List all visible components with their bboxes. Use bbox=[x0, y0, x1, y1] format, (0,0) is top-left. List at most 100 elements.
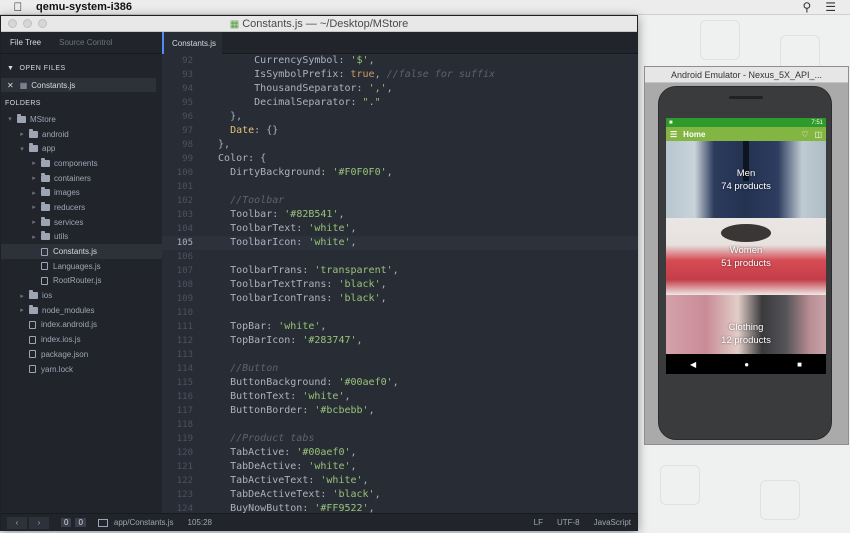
code-line[interactable]: 92 CurrencySymbol: '$', bbox=[162, 54, 638, 68]
tree-folder[interactable]: ▸ utils bbox=[1, 230, 162, 245]
code-line[interactable]: 104 ToolbarText: 'white', bbox=[162, 222, 638, 236]
heart-icon[interactable]: ♡ bbox=[801, 130, 808, 139]
tree-folder[interactable]: ▸ components bbox=[1, 156, 162, 171]
code-line[interactable]: 97 Date: {} bbox=[162, 124, 638, 138]
code-editor[interactable]: 92 CurrencySymbol: '$', 93 IsSymbolPrefix… bbox=[162, 54, 638, 513]
tree-file[interactable]: package.json bbox=[1, 347, 162, 362]
tab-file-tree[interactable]: File Tree bbox=[1, 32, 50, 53]
line-ending-selector[interactable]: LF bbox=[534, 518, 543, 527]
category-name: Women bbox=[729, 244, 763, 256]
code-line[interactable]: 96 }, bbox=[162, 110, 638, 124]
code-line[interactable]: 114 //Button bbox=[162, 362, 638, 376]
tree-folder[interactable]: ▸ images bbox=[1, 185, 162, 200]
tree-file[interactable]: index.android.js bbox=[1, 318, 162, 333]
tree-folder[interactable]: ▾ MStore bbox=[1, 112, 162, 127]
code-line[interactable]: 113 bbox=[162, 348, 638, 362]
code-line[interactable]: 102 //Toolbar bbox=[162, 194, 638, 208]
code-line[interactable]: 98 }, bbox=[162, 138, 638, 152]
notification-center-icon[interactable]: ☰ bbox=[825, 0, 836, 14]
back-icon[interactable]: ◀ bbox=[690, 360, 696, 369]
code-text: TopBarIcon: '#283747', bbox=[206, 334, 362, 348]
cursor-position[interactable]: 105:28 bbox=[188, 518, 212, 527]
code-line[interactable]: 107 ToolbarTrans: 'transparent', bbox=[162, 264, 638, 278]
code-line[interactable]: 103 Toolbar: '#82B541', bbox=[162, 208, 638, 222]
code-line[interactable]: 117 ButtonBorder: '#bcbebb', bbox=[162, 404, 638, 418]
code-line[interactable]: 106 bbox=[162, 250, 638, 264]
code-line[interactable]: 101 bbox=[162, 180, 638, 194]
tree-item-label: services bbox=[54, 217, 84, 227]
code-line[interactable]: 108 ToolbarTextTrans: 'black', bbox=[162, 278, 638, 292]
nav-forward-button[interactable]: › bbox=[29, 516, 49, 529]
code-line[interactable]: 123 TabDeActiveText: 'black', bbox=[162, 488, 638, 502]
code-line[interactable]: 115 ButtonBackground: '#00aef0', bbox=[162, 376, 638, 390]
code-line[interactable]: 112 TopBarIcon: '#283747', bbox=[162, 334, 638, 348]
code-line[interactable]: 111 TopBar: 'white', bbox=[162, 320, 638, 334]
code-token: '$' bbox=[350, 55, 369, 66]
tree-file[interactable]: index.ios.js bbox=[1, 332, 162, 347]
code-line[interactable]: 119 //Product tabs bbox=[162, 432, 638, 446]
tree-file[interactable]: Constants.js bbox=[1, 244, 162, 259]
cart-icon[interactable]: ◫ bbox=[814, 130, 822, 139]
code-line[interactable]: 121 TabDeActive: 'white', bbox=[162, 460, 638, 474]
code-token: BuyNowButton: bbox=[206, 503, 315, 513]
tree-folder[interactable]: ▸ android bbox=[1, 127, 162, 142]
code-line[interactable]: 95 DecimalSeparator: "." bbox=[162, 96, 638, 110]
code-line[interactable]: 93 IsSymbolPrefix: true, //false for suf… bbox=[162, 68, 638, 82]
recents-icon[interactable]: ■ bbox=[797, 360, 802, 369]
editor-tab-bar: Constants.js bbox=[162, 32, 638, 54]
tree-file[interactable]: Languages.js bbox=[1, 259, 162, 274]
code-token: , bbox=[374, 489, 381, 500]
grammar-selector[interactable]: JavaScript bbox=[594, 518, 631, 527]
nav-back-button[interactable]: ‹ bbox=[7, 516, 27, 529]
code-line[interactable]: 116 ButtonText: 'white', bbox=[162, 390, 638, 404]
code-text: //Product tabs bbox=[206, 432, 314, 446]
code-line[interactable]: 94 ThousandSeparator: ',', bbox=[162, 82, 638, 96]
code-line[interactable]: 120 TabActive: '#00aef0', bbox=[162, 446, 638, 460]
tree-item-label: index.ios.js bbox=[41, 335, 81, 345]
app-toolbar: ☰ Home ♡ ◫ bbox=[666, 127, 826, 141]
code-line[interactable]: 124 BuyNowButton: '#FF9522', bbox=[162, 502, 638, 513]
tree-folder[interactable]: ▾ app bbox=[1, 141, 162, 156]
tree-item-label: MStore bbox=[30, 114, 56, 124]
code-line[interactable]: 122 TabActiveText: 'white', bbox=[162, 474, 638, 488]
tab-constants-js[interactable]: Constants.js bbox=[162, 32, 222, 54]
code-line[interactable]: 118 bbox=[162, 418, 638, 432]
tree-folder[interactable]: ▸ ios bbox=[1, 288, 162, 303]
folder-icon bbox=[29, 304, 38, 314]
close-file-icon[interactable]: ✕ bbox=[7, 81, 14, 90]
file-path[interactable]: app/Constants.js bbox=[114, 518, 174, 527]
category-women[interactable]: Women 51 products bbox=[666, 218, 826, 295]
code-line[interactable]: 100 DirtyBackground: '#F0F0F0', bbox=[162, 166, 638, 180]
tree-file[interactable]: RootRouter.js bbox=[1, 274, 162, 289]
menubar-app-name[interactable]: qemu-system-i386 bbox=[36, 1, 132, 13]
category-men[interactable]: Men 74 products bbox=[666, 141, 826, 218]
error-count-badge[interactable]: 0 bbox=[61, 518, 72, 527]
tree-file[interactable]: yarn.lock bbox=[1, 362, 162, 377]
code-line[interactable]: 99 Color: { bbox=[162, 152, 638, 166]
editor-titlebar[interactable]: ▦ Constants.js — ~/Desktop/MStore bbox=[1, 16, 637, 32]
tree-folder[interactable]: ▸ services bbox=[1, 215, 162, 230]
menu-icon[interactable]: ☰ bbox=[670, 130, 677, 139]
code-line[interactable]: 105 ToolbarIcon: 'white', bbox=[162, 236, 638, 250]
encoding-selector[interactable]: UTF-8 bbox=[557, 518, 580, 527]
tree-folder[interactable]: ▸ containers bbox=[1, 171, 162, 186]
warning-count-badge[interactable]: 0 bbox=[75, 518, 86, 527]
code-text: }, bbox=[206, 110, 242, 124]
code-line[interactable]: 109 ToolbarIconTrans: 'black', bbox=[162, 292, 638, 306]
tree-folder[interactable]: ▸ node_modules bbox=[1, 303, 162, 318]
spotlight-search-icon[interactable]: ⚲ bbox=[802, 0, 811, 14]
notification-icon: ■ bbox=[669, 119, 673, 126]
apple-icon[interactable]:  bbox=[0, 0, 36, 14]
tree-item-label: Constants.js bbox=[53, 247, 98, 257]
emulator-title[interactable]: Android Emulator - Nexus_5X_API_... bbox=[645, 67, 848, 83]
home-icon[interactable]: ● bbox=[744, 360, 749, 369]
open-file-item[interactable]: ✕ ▦ Constants.js bbox=[1, 78, 156, 92]
tree-folder[interactable]: ▸ reducers bbox=[1, 200, 162, 215]
terminal-icon[interactable] bbox=[97, 518, 108, 527]
tab-source-control[interactable]: Source Control bbox=[50, 32, 121, 53]
desktop-pattern bbox=[760, 480, 800, 520]
file-icon bbox=[41, 247, 48, 256]
code-token: , bbox=[362, 475, 369, 486]
open-files-header[interactable]: ▼ OPEN FILES bbox=[1, 60, 162, 76]
code-line[interactable]: 110 bbox=[162, 306, 638, 320]
